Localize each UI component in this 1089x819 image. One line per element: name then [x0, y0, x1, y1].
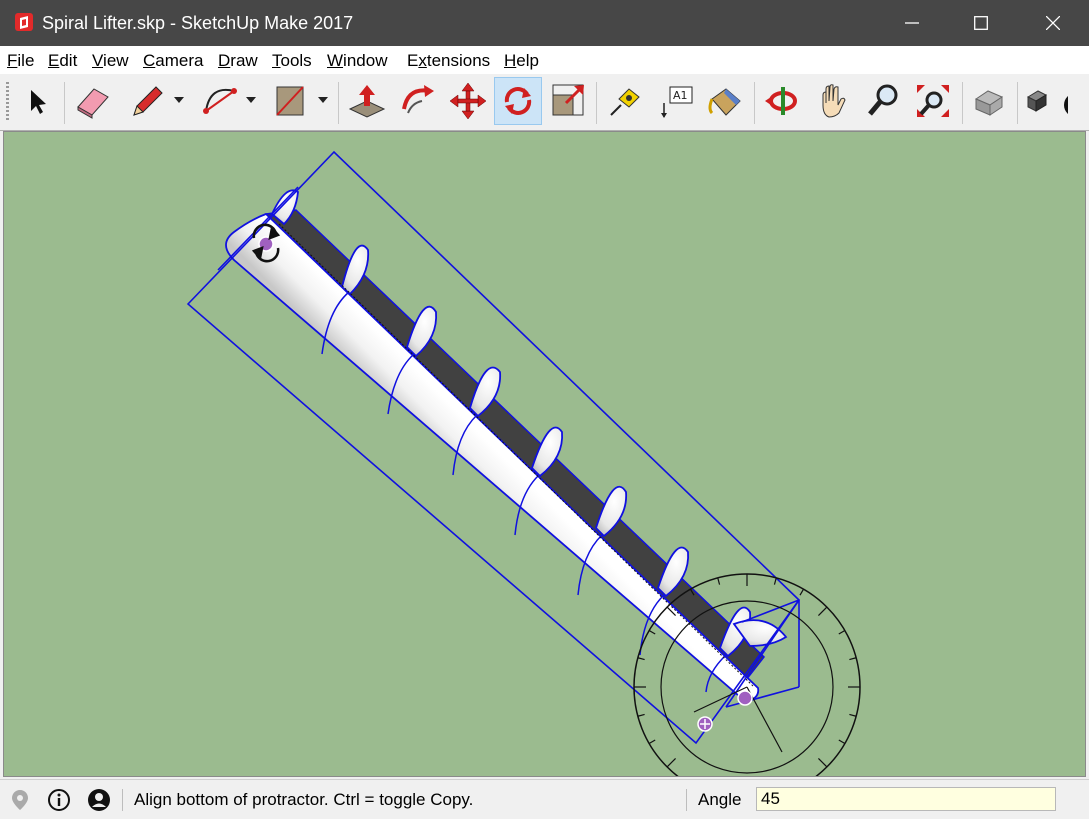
text-tool-button[interactable]: A1 — [652, 77, 700, 125]
menu-file[interactable]: File — [7, 51, 34, 71]
center-pipe — [225, 212, 760, 703]
user-account-icon[interactable] — [87, 788, 111, 812]
status-bar: Align bottom of protractor. Ctrl = toggl… — [0, 779, 1089, 819]
drawing-viewport[interactable] — [3, 131, 1086, 777]
arc-icon — [203, 88, 237, 114]
close-button[interactable] — [1030, 0, 1076, 46]
eraser-icon — [77, 88, 109, 119]
protractor-tick — [773, 577, 777, 585]
zoom-extents-icon — [917, 85, 949, 117]
svg-text:A1: A1 — [673, 89, 688, 102]
push-pull-tool-button[interactable] — [343, 77, 391, 125]
move-icon — [449, 82, 487, 120]
menu-tools[interactable]: Tools — [272, 51, 312, 71]
protractor-tick — [849, 657, 857, 661]
arc-tool-button[interactable] — [194, 77, 242, 125]
push-pull-icon — [348, 85, 386, 118]
model-canvas — [186, 150, 861, 776]
sketchup-logo-icon — [15, 13, 33, 31]
move-tool-button[interactable] — [444, 77, 492, 125]
pencil-tool-button[interactable] — [122, 77, 170, 125]
protractor-tick — [717, 577, 721, 585]
zoom-extents-tool-button[interactable] — [909, 77, 957, 125]
protractor-tick — [817, 606, 828, 617]
chevron-down-icon[interactable] — [317, 94, 329, 106]
components-icon — [1026, 90, 1068, 114]
warehouse-tool-button[interactable] — [966, 77, 1014, 125]
tape-measure-tool-button[interactable] — [601, 77, 649, 125]
rectangle-icon — [276, 86, 304, 116]
protractor-tick — [838, 739, 846, 745]
pan-hand-icon — [822, 84, 846, 118]
protractor-tick — [666, 757, 677, 768]
rotate-icon — [504, 87, 532, 115]
paint-bucket-icon — [708, 88, 741, 116]
window-title: Spiral Lifter.skp - SketchUp Make 2017 — [42, 13, 354, 33]
zoom-magnifier-icon — [868, 84, 898, 116]
protractor-tick — [648, 739, 656, 745]
menu-window[interactable]: Window — [327, 51, 387, 71]
follow-me-tool-button[interactable] — [394, 77, 442, 125]
measurement-input[interactable] — [756, 787, 1056, 811]
protractor-tick — [849, 713, 857, 717]
text-label-icon: A1 — [661, 86, 693, 118]
menu-view[interactable]: View — [92, 51, 129, 71]
rectangle-tool-button[interactable] — [266, 77, 314, 125]
menu-extensions[interactable]: Extensions — [407, 51, 490, 71]
info-icon[interactable] — [47, 788, 71, 812]
status-message: Align bottom of protractor. Ctrl = toggl… — [134, 790, 474, 809]
maximize-icon — [974, 16, 988, 30]
menu-camera[interactable]: Camera — [143, 51, 203, 71]
protractor-tick — [637, 713, 645, 717]
protractor-tick — [648, 629, 656, 635]
tape-measure-icon — [610, 88, 640, 116]
scale-tool-button[interactable] — [544, 77, 592, 125]
zoom-tool-button[interactable] — [859, 77, 907, 125]
title-bar: Spiral Lifter.skp - SketchUp Make 2017 — [0, 0, 1089, 46]
select-tool-button[interactable] — [12, 77, 60, 125]
maximize-button[interactable] — [958, 0, 1004, 46]
orbit-icon — [765, 87, 797, 115]
geo-location-icon[interactable] — [8, 788, 32, 812]
chevron-down-icon[interactable] — [173, 94, 185, 106]
chevron-down-icon[interactable] — [245, 94, 257, 106]
menu-edit[interactable]: Edit — [48, 51, 77, 71]
minimize-button[interactable] — [889, 0, 935, 46]
components-tool-button[interactable] — [1020, 77, 1068, 125]
pencil-icon — [133, 86, 163, 116]
rotate-tool-button[interactable] — [494, 77, 542, 125]
menu-bar: File Edit View Camera Draw Tools Window … — [0, 46, 1089, 74]
spiral-lifter-model[interactable] — [186, 150, 801, 745]
pan-tool-button[interactable] — [809, 77, 857, 125]
main-toolbar: A1 — [0, 74, 1089, 131]
measurement-label: Angle — [698, 790, 742, 809]
protractor-tick — [817, 757, 828, 768]
orbit-tool-button[interactable] — [759, 77, 807, 125]
scale-icon — [552, 84, 584, 116]
follow-me-icon — [402, 85, 434, 114]
protractor-tick — [799, 588, 805, 596]
select-arrow-icon — [31, 90, 46, 114]
warehouse-icon — [974, 90, 1004, 116]
toolbar-grip[interactable] — [6, 82, 9, 122]
menu-draw[interactable]: Draw — [218, 51, 258, 71]
menu-help[interactable]: Help — [504, 51, 539, 71]
dark-blade-band — [264, 209, 766, 682]
paint-bucket-tool-button[interactable] — [702, 77, 750, 125]
close-icon — [1046, 16, 1060, 30]
protractor-tick — [838, 629, 846, 635]
eraser-tool-button[interactable] — [68, 77, 116, 125]
minimize-icon — [905, 22, 919, 24]
protractor-tick — [637, 657, 645, 661]
